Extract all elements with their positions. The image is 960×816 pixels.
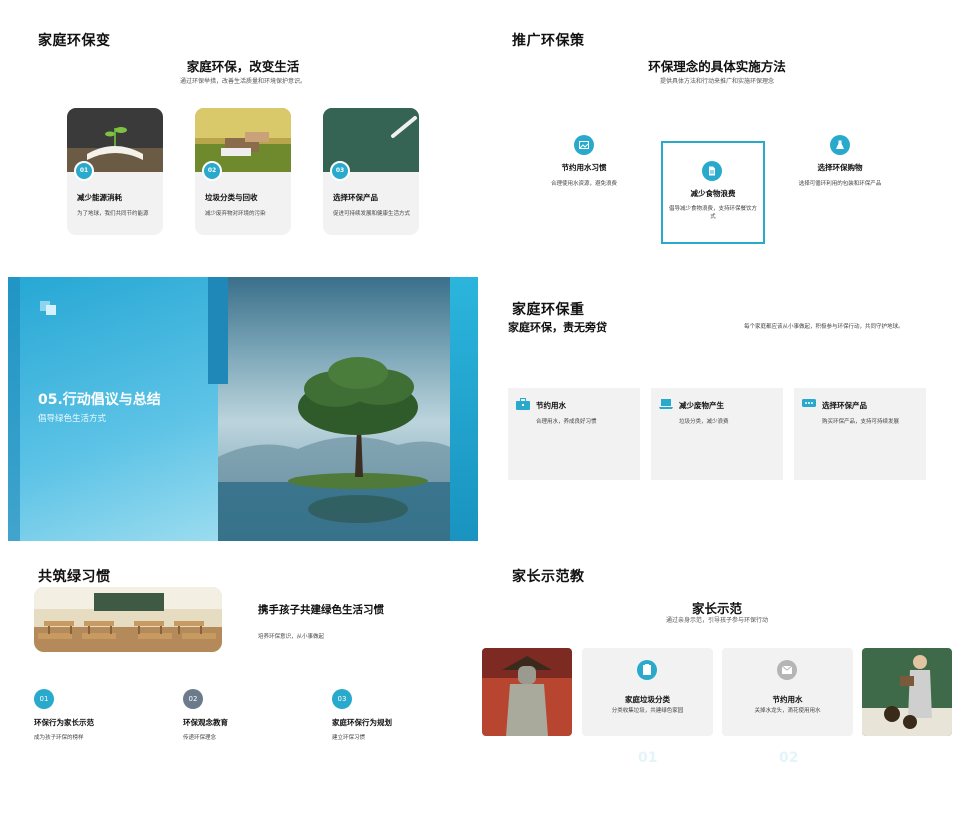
card-desc: 分类收集垃圾，共建绿色家园 (611, 708, 684, 714)
card-number-badge: 01 (74, 161, 94, 181)
laptop-icon (659, 399, 673, 409)
card-title: 选择环保产品 (822, 401, 867, 410)
section-heading: 05.行动倡议与总结 (38, 392, 161, 408)
center-subtitle: 通过环保举措，改善生活质量和环境保护意识。 (179, 78, 306, 85)
center-title: 环保理念的具体实施方法 (648, 59, 786, 74)
gradient-panel (8, 277, 218, 541)
step-desc: 传递环保理念 (183, 735, 217, 741)
flask-icon (830, 135, 850, 155)
chat-icon (802, 399, 816, 407)
item-title: 减少食物浪费 (690, 189, 736, 198)
decor-strip (208, 277, 228, 384)
item-desc: 倡导减少食物浪费，支持环保餐饮方式 (668, 206, 757, 220)
clipboard-icon (637, 660, 657, 680)
section-subheading: 倡导绿色生活方式 (38, 414, 107, 424)
section-subtitle: 培养环保意识，从小事做起 (258, 634, 325, 640)
ghost-number: 02 (779, 750, 799, 766)
step-number-badge: 02 (183, 689, 203, 709)
card-reduce-energy[interactable]: 01 减少能源消耗 为了地球，我们共同节约能源 (67, 108, 163, 235)
slide-4[interactable]: 家庭环保重 家庭环保，责无旁贷 每个家庭都应该从小事做起，积极参与环保行动，共同… (482, 277, 952, 541)
card-save-water[interactable]: 节约用水 关掉水龙头，滴花使用用水 (722, 648, 853, 736)
item-title: 选择环保购物 (817, 163, 863, 172)
toolbox-icon (516, 398, 530, 410)
statue-image (482, 648, 572, 736)
slide-1[interactable]: 家庭环保变 家庭环保，改变生活 通过环保举措，改善生活质量和环境保护意识。 01… (8, 10, 478, 274)
tree-lake-image (218, 277, 450, 541)
teacher-classroom-image (862, 648, 952, 736)
item-title: 节约用水习惯 (561, 163, 607, 172)
step-number-badge: 03 (332, 689, 352, 709)
card-title: 垃圾分类与回收 (205, 193, 258, 202)
card-desc: 购买环保产品，支持可持续发展 (822, 419, 900, 425)
slide-title: 家庭环保变 (38, 33, 111, 49)
slide-title: 推广环保策 (512, 33, 585, 49)
card-desc: 垃圾分类，减少浪费 (679, 419, 729, 425)
slide-3[interactable]: 05.行动倡议与总结 倡导绿色生活方式 (8, 277, 478, 541)
item-desc: 合理使用水资源，避免浪费 (550, 181, 617, 187)
card-desc: 为了地球，我们共同节约能源 (77, 211, 149, 217)
card-title: 家庭垃圾分类 (625, 695, 670, 704)
classroom-image (34, 587, 222, 652)
step-desc: 成为孩子环保的榜样 (34, 735, 84, 741)
decor-bar (450, 277, 478, 541)
step-number-badge: 01 (34, 689, 54, 709)
card-title: 减少能源消耗 (77, 193, 122, 202)
card-home-waste-sorting[interactable]: 家庭垃圾分类 分类收集垃圾，共建绿色家园 (582, 648, 713, 736)
card-desc: 减少废弃物对环境的污染 (205, 211, 266, 217)
slide-2[interactable]: 推广环保策 环保理念的具体实施方法 提供具体方法和行动来推广和实施环保理念 节约… (482, 10, 952, 274)
slide-6[interactable]: 家长示范教 家长示范 通过亲身示范，引导孩子参与环保行动 家庭垃圾分类 分类收集… (482, 544, 952, 808)
center-subtitle: 提供具体方法和行动来推广和实施环保理念 (659, 78, 774, 85)
slide-title: 家庭环保重 (512, 302, 585, 318)
slide-title: 共筑绿习惯 (38, 569, 111, 585)
image-icon (574, 135, 594, 155)
card-waste-sorting[interactable]: 02 垃圾分类与回收 减少废弃物对环境的污染 (195, 108, 291, 235)
card-title: 节约用水 (536, 401, 566, 410)
step-title: 环保行为家长示范 (34, 718, 94, 727)
card-eco-products[interactable]: 03 选择环保产品 促进可持续发展和健康生活方式 (323, 108, 419, 235)
slide-subtitle: 家庭环保，责无旁贷 (508, 321, 607, 334)
document-icon (702, 161, 722, 181)
card-save-water[interactable]: 节约用水 合理用水，养成良好习惯 (508, 388, 640, 480)
card-eco-products[interactable]: 选择环保产品 购买环保产品，支持可持续发展 (794, 388, 926, 480)
item-desc: 选择可循环利用的包装和环保产品 (798, 181, 882, 187)
slide-5[interactable]: 共筑绿习惯 携手孩子共建绿色生活习惯 培养环保意识，从小事做起 01 环保行为家… (8, 544, 478, 808)
step-title: 环保观念教育 (183, 718, 228, 727)
decor-square (46, 305, 56, 315)
card-reduce-waste[interactable]: 减少废物产生 垃圾分类，减少浪费 (651, 388, 783, 480)
card-title: 选择环保产品 (333, 193, 378, 202)
mail-icon (777, 660, 797, 680)
card-title: 减少废物产生 (679, 401, 724, 410)
center-subtitle: 通过亲身示范，引导孩子参与环保行动 (665, 617, 768, 624)
card-number-badge: 03 (330, 161, 350, 181)
section-title: 携手孩子共建绿色生活习惯 (258, 604, 384, 616)
center-title: 家庭环保，改变生活 (186, 59, 300, 74)
decor-strip (8, 277, 20, 541)
card-desc: 促进可持续发展和健康生活方式 (333, 211, 411, 217)
card-title: 节约用水 (772, 695, 803, 704)
card-number-badge: 02 (202, 161, 222, 181)
step-desc: 建立环保习惯 (332, 735, 366, 741)
ghost-number: 01 (638, 750, 658, 766)
right-text: 每个家庭都应该从小事做起，积极参与环保行动，共同守护地球。 (744, 324, 904, 330)
card-desc: 关掉水龙头，滴花使用用水 (754, 708, 821, 714)
card-desc: 合理用水，养成良好习惯 (536, 419, 597, 425)
slide-title: 家长示范教 (512, 569, 585, 585)
step-title: 家庭环保行为规划 (332, 718, 392, 727)
